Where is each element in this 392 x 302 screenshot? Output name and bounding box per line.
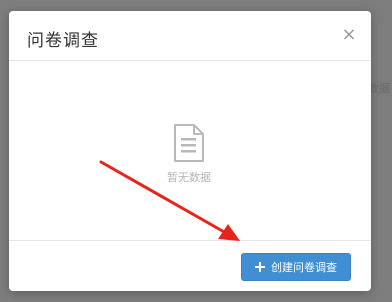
create-survey-button-label: 创建问卷调查 [271, 261, 337, 274]
create-survey-button[interactable]: 创建问卷调查 [241, 253, 351, 281]
plus-icon [255, 262, 265, 272]
close-icon[interactable]: × [341, 26, 357, 44]
dialog-footer: 创建问卷调查 [9, 240, 371, 291]
empty-state: 暂无数据 [164, 124, 214, 185]
backdrop-text: 数据 [368, 82, 390, 95]
dialog-title: 问卷调查 [27, 31, 99, 51]
empty-state-text: 暂无数据 [167, 171, 211, 184]
dialog-body: 暂无数据 [9, 62, 371, 240]
document-icon [174, 124, 204, 162]
survey-dialog: 问卷调查 × 暂无数据 创建问卷调查 [9, 11, 371, 291]
dialog-header: 问卷调查 × [9, 11, 371, 61]
